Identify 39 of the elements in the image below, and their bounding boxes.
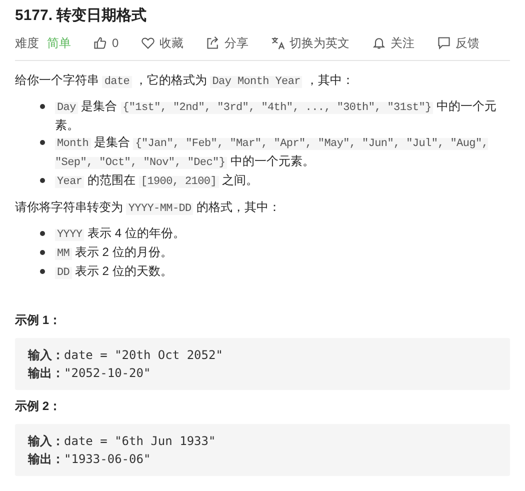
- bullet-icon: [40, 231, 45, 236]
- bullet-icon: [40, 178, 45, 183]
- follow-button[interactable]: 关注: [372, 34, 415, 52]
- example-heading: 示例 1：: [15, 312, 62, 328]
- list-item-text: Month 是集合 {"Jan", "Feb", "Mar", "Apr", "May", "Jun", "Jul", "Aug", "Sep", "Oct", "Nov", "Dec"} 中的一个元素。: [55, 134, 490, 171]
- translate-icon: [270, 36, 285, 50]
- example-value: date = "6th Jun 1933": [64, 433, 216, 450]
- feedback-button[interactable]: 反馈: [436, 34, 480, 52]
- list-item-text: Year 的范围在 [1900, 2100] 之间。: [55, 172, 258, 190]
- share-icon: [206, 36, 220, 50]
- share-button[interactable]: 分享: [206, 34, 249, 52]
- description-paragraph: 给你一个字符串 date ，它的格式为 Day Month Year ，其中：: [15, 72, 355, 90]
- example-label: 输出：: [28, 451, 64, 468]
- example-label: 输入：: [28, 347, 64, 364]
- bullet-icon: [40, 104, 45, 109]
- difficulty-text: 简单: [47, 35, 71, 52]
- thumbs-up-icon: [93, 36, 107, 50]
- bullet-icon: [40, 269, 45, 274]
- example-label: 输入：: [28, 433, 64, 450]
- translate-button[interactable]: 切换为英文: [270, 34, 350, 52]
- description-paragraph: 请你将字符串转变为 YYYY-MM-DD 的格式，其中：: [15, 199, 282, 217]
- list-item-text: DD 表示 2 位的天数。: [55, 263, 172, 281]
- example-label: 输出：: [28, 365, 64, 382]
- bullet-icon: [40, 250, 45, 255]
- difficulty-label: 难度: [15, 35, 39, 52]
- favorite-button[interactable]: 收藏: [140, 34, 184, 52]
- example-value: "2052-10-20": [64, 365, 151, 382]
- like-button[interactable]: 0: [93, 34, 119, 52]
- bell-icon: [372, 36, 386, 50]
- comment-icon: [436, 36, 451, 50]
- example-value: date = "20th Oct 2052": [64, 347, 223, 364]
- list-item-text: Day 是集合 {"1st", "2nd", "3rd", "4th", ..., "30th", "31st"} 中的一个元素。: [55, 98, 498, 134]
- bullet-icon: [40, 140, 45, 145]
- example-value: "1933-06-06": [64, 451, 151, 468]
- heart-icon: [140, 36, 155, 50]
- example-heading: 示例 2：: [15, 398, 62, 414]
- list-item-text: MM 表示 2 位的月份。: [55, 244, 172, 262]
- problem-title: 5177. 转变日期格式: [15, 6, 148, 26]
- list-item-text: YYYY 表示 4 位的年份。: [55, 225, 185, 243]
